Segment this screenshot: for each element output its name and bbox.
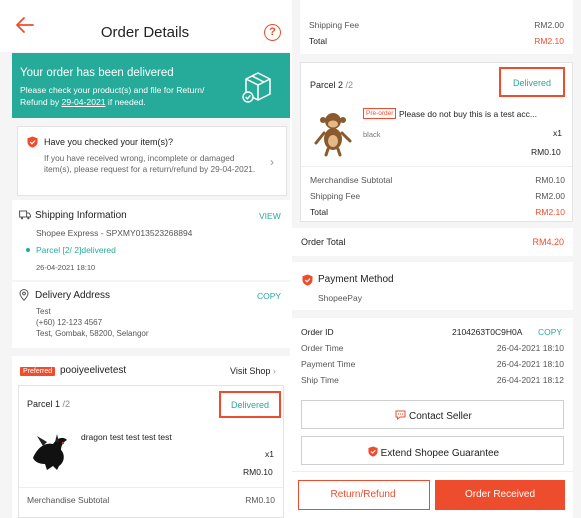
order-received-label: Order Received xyxy=(464,489,536,500)
chat-bubble-icon xyxy=(395,410,406,421)
shop-name[interactable]: pooiyeelivetest xyxy=(60,365,126,376)
dragon-product-image xyxy=(27,430,73,476)
order-total-label: Order Total xyxy=(301,237,346,247)
recipient-phone: (+60) 12-123 4567 xyxy=(36,318,103,327)
banner-text: Please check your product(s) and file fo… xyxy=(20,85,205,107)
copy-order-id-link[interactable]: COPY xyxy=(538,327,562,337)
recipient-location: Test, Gombak, 58200, Selangor xyxy=(36,329,149,338)
view-shipping-link[interactable]: VIEW xyxy=(259,211,281,221)
divider xyxy=(292,471,573,472)
return-refund-button[interactable]: Return/Refund xyxy=(298,480,430,510)
ship-time-value: 26-04-2021 18:12 xyxy=(496,375,564,385)
parcel-2-card: Parcel 2 /2 Delivered Pre-order Please d… xyxy=(300,62,573,222)
parcel-1-price: RM0.10 xyxy=(243,467,273,477)
return-refund-label: Return/Refund xyxy=(330,489,396,500)
check-items-title: Have you checked your item(s)? xyxy=(44,137,174,147)
preferred-badge: Preferred xyxy=(20,367,56,376)
parcel-2-total-label: Total xyxy=(310,207,328,217)
parcel-2-price: RM0.10 xyxy=(531,147,561,157)
truck-icon xyxy=(19,210,31,220)
parcel-1-title: Parcel 1 /2 xyxy=(27,399,71,409)
delivery-address-title: Delivery Address xyxy=(35,290,111,301)
parcel-1-total-value: RM2.10 xyxy=(534,36,564,46)
order-total-value: RM4.20 xyxy=(532,237,564,247)
payment-time-value: 26-04-2021 18:10 xyxy=(496,359,564,369)
parcel-1-product-name[interactable]: dragon test test test test xyxy=(81,432,172,442)
parcel-1-total-label: Total xyxy=(309,36,327,46)
parcel-2-product-name[interactable]: Please do not buy this is a test acc... xyxy=(399,109,569,119)
shipping-info-title: Shipping Information xyxy=(35,210,127,221)
parcel-1-status-highlight: Delivered xyxy=(219,391,281,418)
check-items-body: If you have received wrong, incomplete o… xyxy=(44,153,256,174)
parcel-2-status-highlight: Delivered xyxy=(499,67,565,97)
extend-guarantee-label-wrap: Extend Shopee Guarantee xyxy=(302,446,565,459)
parcel-2-subtotal-label: Merchandise Subtotal xyxy=(310,175,393,185)
payment-time-label: Payment Time xyxy=(301,359,356,369)
parcel-2-status: Delivered xyxy=(512,78,552,88)
package-delivered-icon xyxy=(242,72,271,103)
shield-icon xyxy=(368,446,378,457)
parcel-2-total-value: RM2.10 xyxy=(535,207,565,217)
order-received-button[interactable]: Order Received xyxy=(435,480,565,510)
parcel-2-variation: black xyxy=(363,130,381,139)
order-details-left-panel: Order Details ? Your order has been deli… xyxy=(0,0,290,518)
banner-title: Your order has been delivered xyxy=(20,67,174,79)
parcel-1-shipping-value: RM2.00 xyxy=(534,20,564,30)
page-title: Order Details xyxy=(100,24,190,41)
check-items-card[interactable]: Have you checked your item(s)? If you ha… xyxy=(17,126,287,196)
contact-seller-label: Contact Seller xyxy=(408,411,472,422)
shield-icon xyxy=(302,274,313,286)
parcel-1-summary-card: Shipping Fee RM2.00 Total RM2.10 xyxy=(300,0,573,54)
parcel-1-shipping-label: Shipping Fee xyxy=(309,20,360,30)
parcel-delivered-status: Parcel [2/ 2]delivered xyxy=(36,245,116,255)
shipping-information-section: Shipping Information VIEW Shopee Express… xyxy=(12,200,290,280)
order-time-label: Order Time xyxy=(301,343,344,353)
parcel-1-subtotal-value: RM0.10 xyxy=(245,495,275,505)
order-total-row: Order Total RM4.20 xyxy=(292,228,573,256)
shipping-timestamp: 26-04-2021 18:10 xyxy=(36,263,96,272)
payment-method-title: Payment Method xyxy=(318,274,394,285)
parcel-2-shipping-label: Shipping Fee xyxy=(310,191,361,201)
order-time-value: 26-04-2021 18:10 xyxy=(496,343,564,353)
location-pin-icon xyxy=(19,289,29,301)
order-id-value: 2104263T0C9H0A xyxy=(452,327,523,337)
panel-gutter xyxy=(573,0,581,518)
divider xyxy=(301,166,572,167)
copy-address-link[interactable]: COPY xyxy=(257,291,281,301)
extend-guarantee-label: Extend Shopee Guarantee xyxy=(380,448,500,459)
status-dot xyxy=(26,248,30,252)
chevron-right-icon: › xyxy=(272,366,276,376)
parcel-2-qty: x1 xyxy=(553,128,562,138)
visit-shop-link[interactable]: Visit Shop › xyxy=(230,366,276,376)
divider xyxy=(19,487,283,488)
parcel-1-status: Delivered xyxy=(230,400,270,410)
chevron-right-icon: › xyxy=(270,155,274,169)
parcel-2-subtotal-value: RM0.10 xyxy=(535,175,565,185)
parcel-1-card: Parcel 1 /2 Delivered dragon test test t… xyxy=(18,385,284,518)
return-deadline-date: 29-04-2021 xyxy=(61,97,106,107)
order-details-right-panel: Shipping Fee RM2.00 Total RM2.10 Parcel … xyxy=(292,0,581,518)
parcel-1-subtotal-label: Merchandise Subtotal xyxy=(27,495,110,505)
contact-seller-button[interactable]: Contact Seller xyxy=(301,400,564,429)
delivered-banner: Your order has been delivered Please che… xyxy=(12,53,290,118)
courier-tracking: Shopee Express - SPXMY013523268894 xyxy=(36,228,193,238)
recipient-name: Test xyxy=(36,307,51,316)
contact-seller-label-wrap: Contact Seller xyxy=(302,410,565,422)
parcel-2-title: Parcel 2 /2 xyxy=(310,80,354,90)
parcel-1-qty: x1 xyxy=(265,449,274,459)
help-icon[interactable]: ? xyxy=(264,24,281,41)
extend-guarantee-button[interactable]: Extend Shopee Guarantee xyxy=(301,436,564,465)
delivery-address-section: Delivery Address COPY Test (+60) 12-123 … xyxy=(12,282,290,348)
payment-method-section: Payment Method ShopeePay xyxy=(292,262,573,310)
ship-time-label: Ship Time xyxy=(301,375,339,385)
preorder-badge: Pre-order xyxy=(363,108,397,119)
order-id-label: Order ID xyxy=(301,327,334,337)
shield-icon xyxy=(27,136,38,148)
parcel-2-shipping-value: RM2.00 xyxy=(535,191,565,201)
monkey-product-image xyxy=(310,107,356,157)
order-info-section: Order ID 2104263T0C9H0A COPY Order Time … xyxy=(292,318,573,518)
payment-method-value: ShopeePay xyxy=(318,293,362,303)
